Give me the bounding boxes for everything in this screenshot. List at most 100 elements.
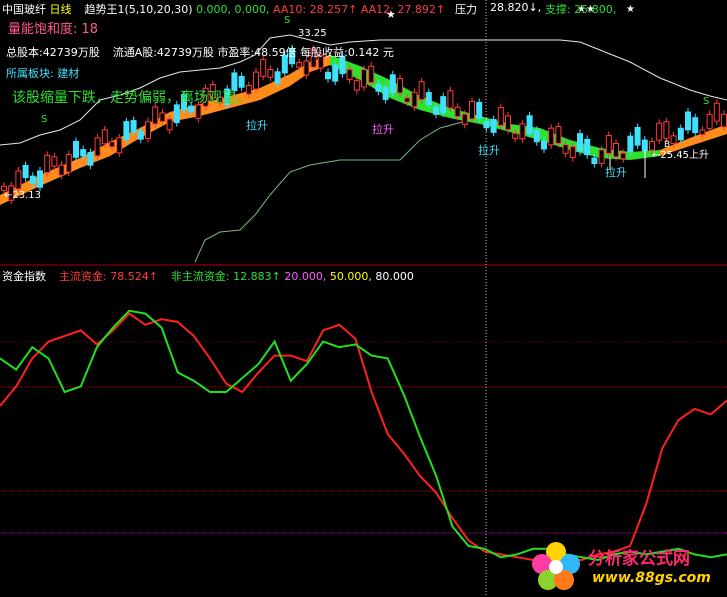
candle-body [325,71,331,80]
candle-body [274,71,281,84]
candle-body [699,129,706,136]
candle-body [87,151,94,166]
candle-body [425,92,432,106]
right-price-value: ←25.45 [652,150,690,161]
sell-signal-marker: S [703,96,710,107]
candle-body [706,113,713,129]
flower-logo-icon [532,542,580,590]
pull-up-label: 拉升 [478,144,500,157]
candle-body [130,120,137,133]
candle-body [22,164,29,179]
level-80-label: 80.000 [375,270,414,283]
buy-signal-marker: B [664,140,671,150]
candle-body [620,152,627,160]
candle-body [641,139,648,152]
candle-body [591,157,598,165]
candle-body [80,149,87,157]
candle-body [663,121,670,139]
sell-signal-marker: S [41,114,48,125]
candle-body [670,135,677,145]
candle-body [159,112,166,123]
pull-up-label: 拉升 [372,123,394,136]
candle-body [713,102,720,122]
candle-body [634,126,641,146]
pull-up-label: 拉升 [246,119,268,132]
candle-body [101,129,108,145]
candle-body [267,68,274,78]
candle-body [692,117,699,134]
candle-body [65,154,72,173]
candle-body [260,59,267,77]
candle-body [656,122,663,141]
candle-body [605,134,612,154]
candle-body [505,115,511,131]
candle-body [411,91,418,108]
candle-body [94,137,101,157]
aa12-value: AA12: 27.892↑ [360,3,446,16]
float-shares: 流通A股:42739万股 [112,46,214,59]
non-main-fund-label: 非主流资金: 12.883↑ [170,270,281,283]
high-price-label: 33.25 [298,28,327,39]
candle-body [627,135,634,153]
sector-label: 所属板块: 建材 [6,67,80,80]
candle-body [548,127,555,146]
candle-body [562,144,569,154]
candle-body [555,126,562,144]
candle-body [145,121,151,139]
candle-body [116,137,123,154]
candle-body [440,96,447,114]
candle-body [109,141,115,148]
pull-up-label: 拉升 [605,166,627,179]
candle-body [382,86,389,100]
candle-body [389,74,396,94]
saturation-label: 量能饱和度: 18 [8,22,99,37]
candle-body [332,64,339,82]
candle-body [677,127,684,141]
candle-body [58,164,65,176]
stock-name[interactable]: 中国玻纤 [2,3,46,16]
candle-body [418,81,425,101]
star-marker: ★ [626,4,635,15]
candle-body [123,121,130,140]
candle-body [483,120,490,129]
level-50-label: 50.000, [329,270,372,283]
watermark-title: 分析家公式网 [588,549,690,569]
candle-body [375,83,382,92]
candle-body [569,146,576,159]
candle-body [541,140,547,150]
commentary-text: 该股缩量下跌，走势偏弱，离场观望。 [12,90,250,106]
candle-body [454,106,461,118]
candle-body [469,100,475,120]
candle-body [404,97,411,103]
candle-body [346,68,353,80]
indicator-title[interactable]: 资金指数 [2,270,46,283]
indicator-header: 资金指数 主流资金: 78.524↑ 非主流资金: 12.883↑ 20.000… [2,268,414,284]
candle-body [353,80,360,91]
watermark-logo [526,538,586,594]
candle-body [44,154,51,174]
header-bar: 中国玻纤 日线 趋势王1(5,10,20,30) 0.000, 0.000, A… [2,1,445,17]
candle-body [433,106,439,115]
candle-body [490,119,497,133]
candle-body [519,123,526,140]
candle-body [397,78,403,94]
candle-body [51,156,58,167]
candle-body [613,142,619,158]
candle-body [152,106,159,125]
indicator-values: 0.000, 0.000, [196,3,270,16]
candle-body [598,149,605,164]
candle-body [533,129,540,143]
candle-body [526,115,533,135]
candle-body [137,130,144,140]
watermark-url: www.88gs.com [592,570,711,586]
indicator-name[interactable]: 趋势王1(5,10,20,30) [85,3,193,16]
period-label[interactable]: 日线 [50,3,72,16]
candle-body [497,106,504,126]
candle-body [303,60,310,76]
level-20-label: 20.000, [284,270,327,283]
candle-body [37,170,43,188]
candle-body [368,65,375,83]
candle-body [512,132,519,139]
candle-body [361,69,367,88]
price-pane: ★ ★★ ★ [0,4,727,263]
